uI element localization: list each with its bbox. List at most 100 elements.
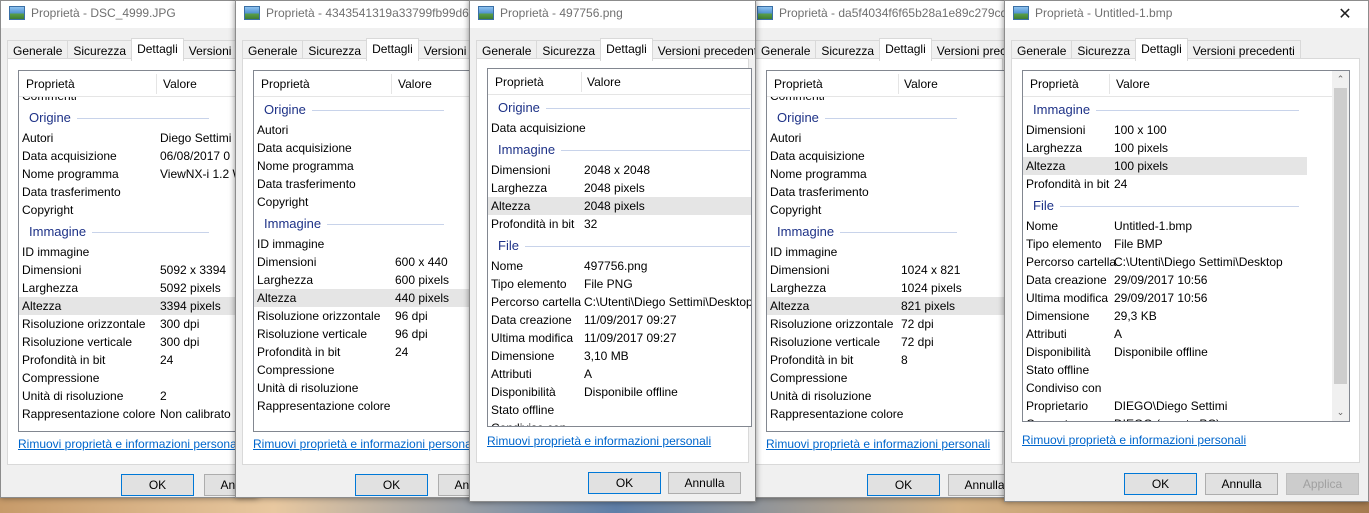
remove-properties-link[interactable]: Rimuovi proprietà e informazioni persona…: [487, 434, 711, 448]
property-row[interactable]: Unità di risoluzione 2: [19, 387, 257, 405]
property-row[interactable]: Rappresentazione colore: [254, 397, 492, 415]
property-row[interactable]: Larghezza 5092 pixels: [19, 279, 257, 297]
remove-properties-link[interactable]: Rimuovi proprietà e informazioni persona…: [766, 437, 990, 451]
property-row[interactable]: Data trasferimento: [254, 175, 492, 193]
property-row[interactable]: Data acquisizione 06/08/2017 0: [19, 147, 257, 165]
property-row[interactable]: Dimensioni 600 x 440: [254, 253, 492, 271]
property-row[interactable]: Dimensione 29,3 KB: [1023, 307, 1307, 325]
tab-dettagli[interactable]: Dettagli: [600, 38, 653, 61]
property-row[interactable]: Tipo elemento File BMP: [1023, 235, 1307, 253]
ok-button[interactable]: OK: [355, 474, 428, 496]
property-row[interactable]: Risoluzione orizzontale 300 dpi: [19, 315, 257, 333]
property-row[interactable]: Profondità in bit 32: [488, 215, 751, 233]
property-row[interactable]: Condiviso con: [488, 419, 751, 426]
property-row[interactable]: Nome 497756.png: [488, 257, 751, 275]
property-row[interactable]: Proprietario DIEGO\Diego Settimi: [1023, 397, 1307, 415]
property-row[interactable]: Copyright: [254, 193, 492, 211]
property-row[interactable]: Stato offline: [488, 401, 751, 419]
remove-properties-link[interactable]: Rimuovi proprietà e informazioni persona…: [253, 437, 477, 451]
property-row[interactable]: Autori Diego Settimi: [19, 129, 257, 147]
ok-button[interactable]: OK: [867, 474, 940, 496]
cancel-button[interactable]: Annulla: [1205, 473, 1278, 495]
property-row[interactable]: Disponibilità Disponibile offline: [488, 383, 751, 401]
property-row[interactable]: Nome programma: [767, 165, 1009, 183]
property-row[interactable]: Risoluzione verticale 96 dpi: [254, 325, 492, 343]
column-header-value[interactable]: Valore: [1116, 77, 1150, 91]
property-row[interactable]: Larghezza 100 pixels: [1023, 139, 1307, 157]
tab-sicurezza[interactable]: Sicurezza: [302, 40, 368, 60]
property-row[interactable]: Dimensioni 5092 x 3394: [19, 261, 257, 279]
property-row[interactable]: Larghezza 2048 pixels: [488, 179, 751, 197]
property-row[interactable]: Larghezza 600 pixels: [254, 271, 492, 289]
property-row[interactable]: Data trasferimento: [19, 183, 257, 201]
property-row[interactable]: Ultima modifica 29/09/2017 10:56: [1023, 289, 1307, 307]
property-row[interactable]: Compressione: [19, 369, 257, 387]
property-row[interactable]: Autori: [767, 129, 1009, 147]
property-list[interactable]: Proprietà Valore Origine Autori Data acqui…: [253, 70, 492, 432]
property-row[interactable]: Computer DIEGO (questo PC): [1023, 415, 1307, 421]
property-row[interactable]: Risoluzione orizzontale 96 dpi: [254, 307, 492, 325]
property-row[interactable]: Compressione: [767, 369, 1009, 387]
property-row[interactable]: Attributi A: [1023, 325, 1307, 343]
property-row[interactable]: Data acquisizione: [767, 147, 1009, 165]
property-row[interactable]: Condiviso con: [1023, 379, 1307, 397]
property-row[interactable]: Rappresentazione colore Non calibrato: [19, 405, 257, 423]
property-list[interactable]: Proprietà Valore Commenti Origine Autori Di…: [18, 70, 257, 432]
property-row[interactable]: Attributi A: [488, 365, 751, 383]
property-row[interactable]: Autori: [254, 121, 492, 139]
ok-button[interactable]: OK: [121, 474, 194, 496]
ok-button[interactable]: OK: [1124, 473, 1197, 495]
column-header-property[interactable]: Proprietà: [1030, 77, 1079, 91]
property-row[interactable]: Dimensioni 2048 x 2048: [488, 161, 751, 179]
tab-dettagli[interactable]: Dettagli: [879, 38, 932, 61]
column-separator[interactable]: [1109, 74, 1110, 94]
property-row[interactable]: Stato offline: [1023, 361, 1307, 379]
column-header-property[interactable]: Proprietà: [261, 77, 310, 91]
property-row[interactable]: Data acquisizione: [254, 139, 492, 157]
tab-generale[interactable]: Generale: [755, 40, 817, 60]
property-row[interactable]: Data trasferimento: [767, 183, 1009, 201]
cancel-button[interactable]: Annulla: [668, 472, 741, 494]
tab-dettagli[interactable]: Dettagli: [131, 38, 184, 61]
property-row[interactable]: Risoluzione verticale 300 dpi: [19, 333, 257, 351]
property-row[interactable]: ID immagine: [767, 243, 1009, 261]
tab-sicurezza[interactable]: Sicurezza: [67, 40, 133, 60]
property-list[interactable]: Proprietà Valore Origine Data acquisizion…: [487, 68, 752, 427]
tab-sicurezza[interactable]: Sicurezza: [815, 40, 881, 60]
tab-sicurezza[interactable]: Sicurezza: [536, 40, 602, 60]
property-row[interactable]: Rappresentazione colore: [767, 405, 1009, 423]
tab-dettagli[interactable]: Dettagli: [1135, 38, 1188, 61]
column-header-property[interactable]: Proprietà: [495, 75, 544, 89]
property-list[interactable]: Proprietà Valore Commenti Origine Autori Da…: [766, 70, 1009, 432]
property-row[interactable]: Tipo elemento File PNG: [488, 275, 751, 293]
property-row[interactable]: Altezza 440 pixels: [254, 289, 492, 307]
remove-properties-link[interactable]: Rimuovi proprietà e informazioni persona…: [1022, 433, 1246, 447]
scrollbar-thumb[interactable]: [1334, 88, 1347, 384]
property-row[interactable]: Ultima modifica 11/09/2017 09:27: [488, 329, 751, 347]
column-separator[interactable]: [581, 72, 582, 92]
property-row[interactable]: Altezza 821 pixels: [767, 297, 1009, 315]
property-row[interactable]: Profondità in bit 24: [1023, 175, 1307, 193]
tab-sicurezza[interactable]: Sicurezza: [1071, 40, 1137, 60]
remove-properties-link[interactable]: Rimuovi proprietà e informazioni persona…: [18, 437, 242, 451]
property-row[interactable]: Profondità in bit 24: [19, 351, 257, 369]
column-header-property[interactable]: Proprietà: [26, 77, 75, 91]
column-separator[interactable]: [391, 74, 392, 94]
tab-dettagli[interactable]: Dettagli: [366, 38, 419, 61]
tab-generale[interactable]: Generale: [1011, 40, 1073, 60]
tab-versioni-precedenti[interactable]: Versioni precedenti: [651, 40, 755, 60]
property-row[interactable]: Disponibilità Disponibile offline: [1023, 343, 1307, 361]
column-header-value[interactable]: Valore: [163, 77, 197, 91]
property-row[interactable]: Unità di risoluzione: [254, 379, 492, 397]
property-row[interactable]: Copyright: [19, 201, 257, 219]
property-row[interactable]: Nome programma: [254, 157, 492, 175]
property-list[interactable]: Proprietà Valore Immagine Dimensioni 100 x…: [1022, 70, 1350, 422]
property-row[interactable]: Profondità in bit 8: [767, 351, 1009, 369]
property-row[interactable]: Compressione: [254, 361, 492, 379]
property-row[interactable]: Larghezza 1024 pixels: [767, 279, 1009, 297]
column-separator[interactable]: [156, 74, 157, 94]
tab-generale[interactable]: Generale: [476, 40, 538, 60]
tab-versioni-precedenti[interactable]: Versioni precedenti: [930, 40, 1009, 60]
property-row[interactable]: Dimensioni 100 x 100: [1023, 121, 1307, 139]
column-header-property[interactable]: Proprietà: [774, 77, 823, 91]
